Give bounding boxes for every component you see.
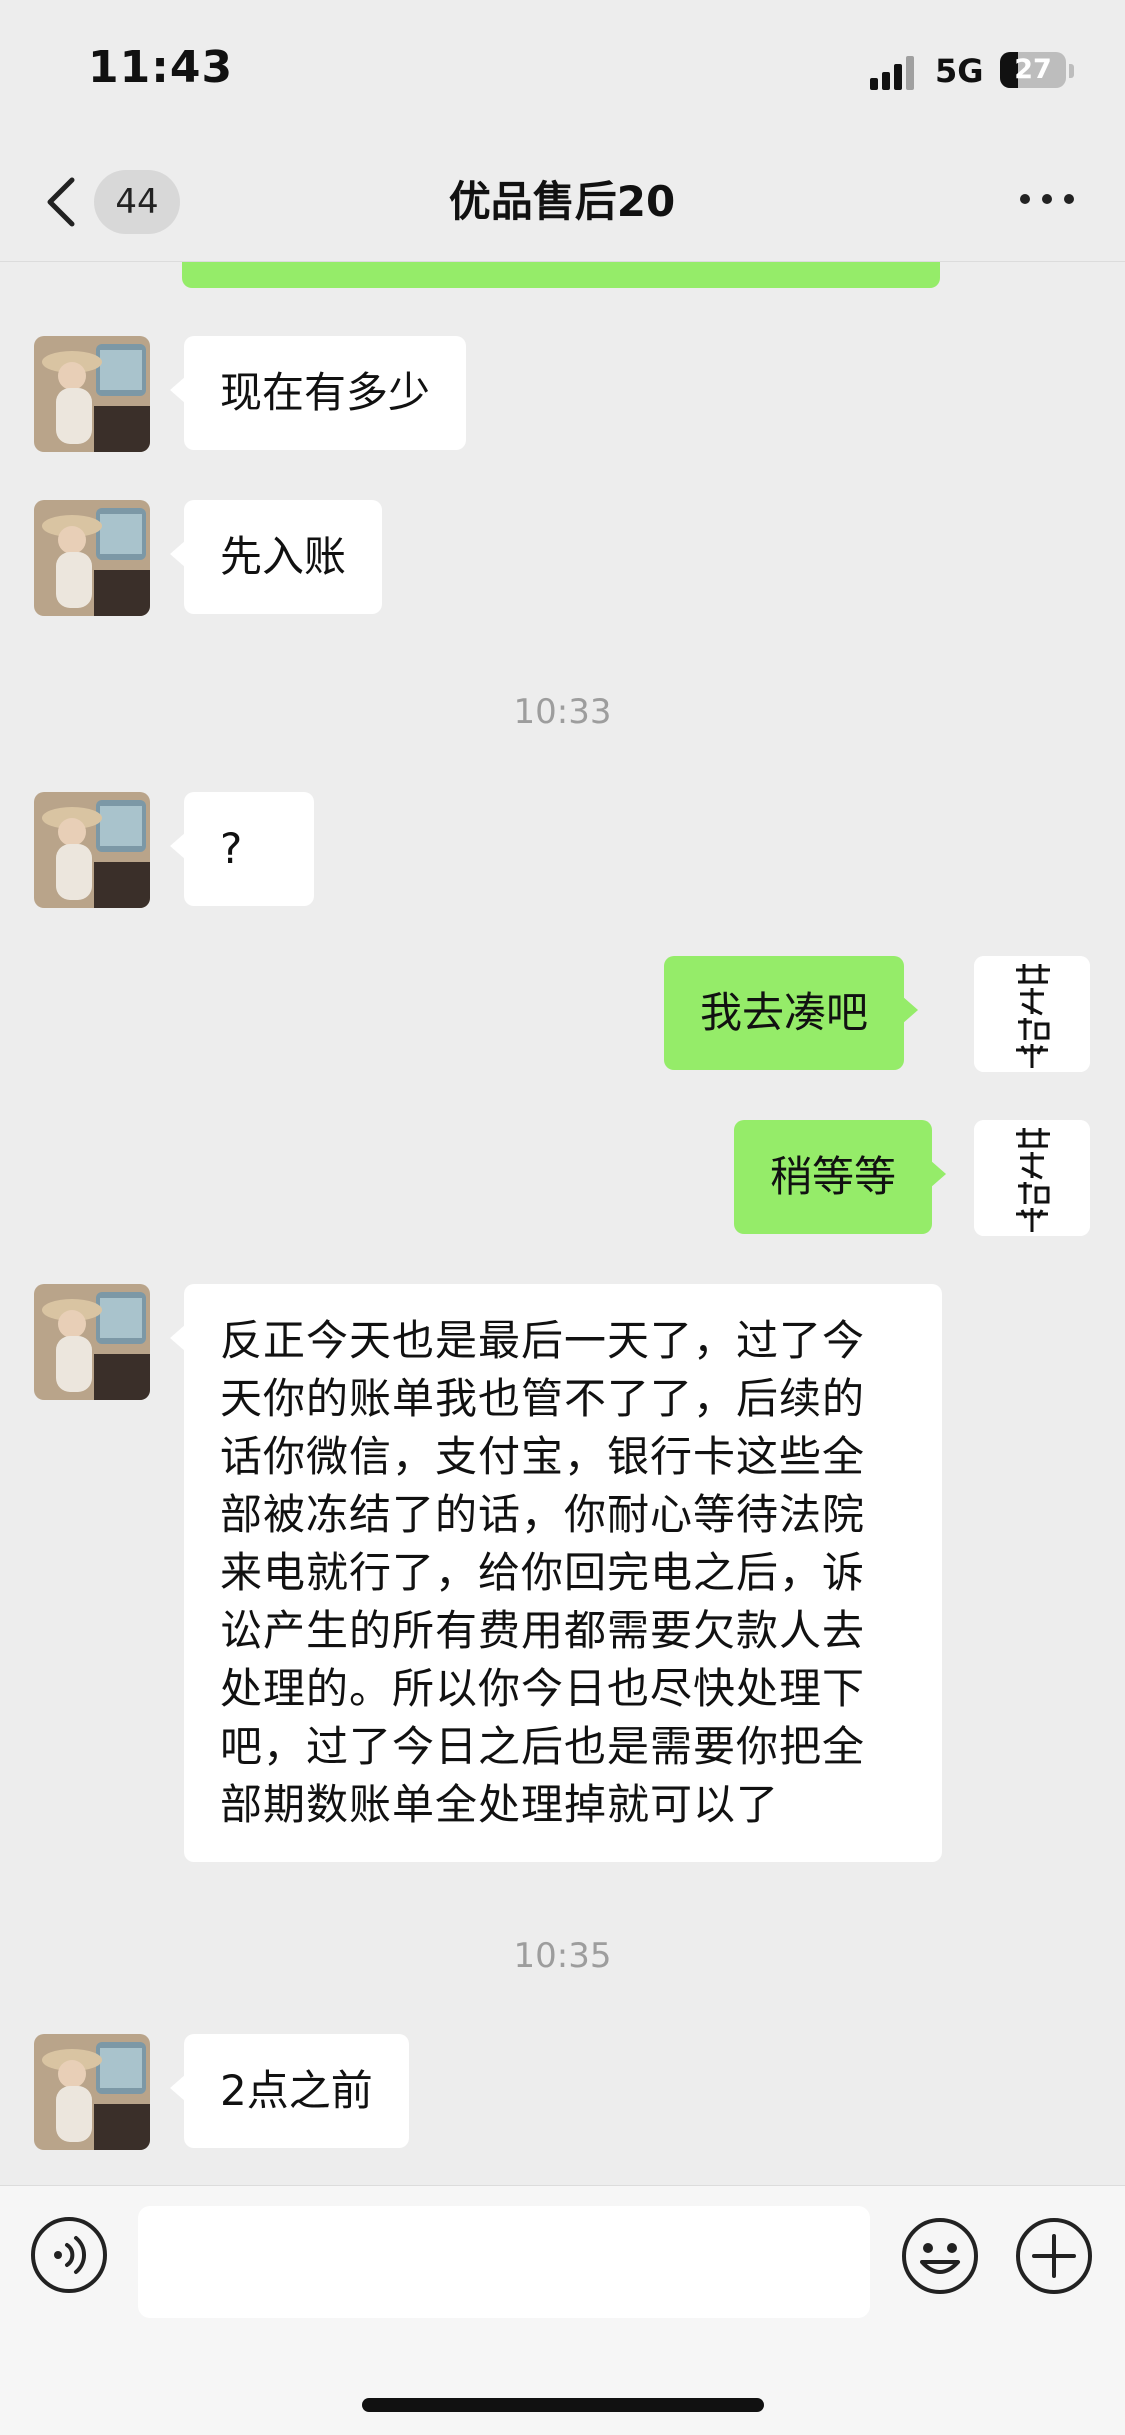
message-bubble-outgoing[interactable]: 稍等等 xyxy=(734,1120,947,1234)
self-avatar[interactable] xyxy=(974,956,1090,1072)
more-options-icon[interactable] xyxy=(1020,194,1074,208)
voice-input-icon[interactable] xyxy=(30,2216,108,2294)
message-bubble-incoming[interactable]: ? xyxy=(170,792,314,906)
emoji-icon[interactable] xyxy=(900,2216,980,2296)
unread-count-badge[interactable]: 44 xyxy=(94,170,180,234)
message-text: 我去凑吧 xyxy=(700,988,869,1037)
message-text: 先入账 xyxy=(220,532,347,581)
message-bubble-incoming[interactable]: 2点之前 xyxy=(170,2034,409,2148)
network-type: 5G xyxy=(935,52,984,90)
message-text: 现在有多少 xyxy=(220,368,431,417)
outgoing-bubble-partial xyxy=(182,262,940,288)
home-indicator[interactable] xyxy=(362,2398,764,2412)
message-timestamp: 10:35 xyxy=(513,1936,612,1976)
message-text: ? xyxy=(220,824,243,873)
contact-avatar[interactable] xyxy=(34,500,150,616)
back-chevron-icon[interactable] xyxy=(44,176,80,228)
plus-icon[interactable] xyxy=(1014,2216,1094,2296)
message-bubble-incoming[interactable]: 先入账 xyxy=(169,500,383,614)
chat-title: 优品售后20 xyxy=(448,177,676,226)
battery-cap xyxy=(1069,64,1074,78)
contact-avatar[interactable] xyxy=(34,2034,150,2150)
message-bubble-outgoing[interactable]: 我去凑吧 xyxy=(664,956,919,1070)
message-input[interactable] xyxy=(138,2206,870,2318)
contact-avatar[interactable] xyxy=(34,792,150,908)
battery-level: 27 xyxy=(1014,54,1052,85)
signal-strength-icon xyxy=(870,56,920,90)
contact-avatar[interactable] xyxy=(34,1284,150,1400)
status-bar: 11:43 5G 27 xyxy=(0,0,1125,140)
message-bubble-incoming[interactable]: 反正今天也是最后一天了，过了今天你的账单我也管不了了，后续的话你微信，支付宝，银… xyxy=(170,1284,942,1862)
input-bar xyxy=(0,2185,1125,2435)
battery-icon: 27 xyxy=(1000,52,1066,88)
message-timestamp: 10:33 xyxy=(513,692,612,732)
contact-avatar[interactable] xyxy=(34,336,150,452)
self-avatar[interactable] xyxy=(974,1120,1090,1236)
chat-header: 44 优品售后20 xyxy=(0,140,1125,262)
message-text: 稍等等 xyxy=(770,1152,897,1201)
message-text: 2点之前 xyxy=(220,2066,373,2115)
status-time: 11:43 xyxy=(88,42,234,93)
message-bubble-incoming[interactable]: 现在有多少 xyxy=(169,336,467,450)
message-text: 反正今天也是最后一天了，过了今天你的账单我也管不了了，后续的话你微信，支付宝，银… xyxy=(220,1316,866,1829)
